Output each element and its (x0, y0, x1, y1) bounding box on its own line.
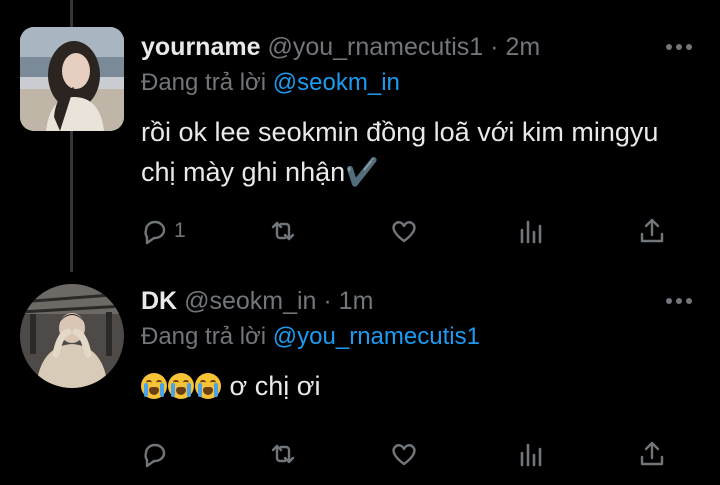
crying-emoji-group: 😭😭😭 (141, 371, 230, 401)
retweet-button[interactable] (268, 438, 298, 470)
views-icon (520, 443, 542, 467)
action-bar (140, 438, 680, 470)
emoji-text: 😭😭😭 (230, 366, 231, 367)
display-name[interactable]: yourname (141, 33, 260, 61)
views-button[interactable] (516, 438, 546, 470)
avatar[interactable] (20, 284, 124, 388)
tweet-text-body: ơ chị ơi (229, 371, 321, 401)
tweet-header: yourname @you_rnamecutis1 · 2m (141, 33, 540, 62)
reply-mention-link[interactable]: @seokm_in (273, 69, 400, 96)
like-button[interactable] (389, 215, 419, 247)
replying-to: Đang trả lời @you_rnamecutis1 (141, 323, 480, 351)
thread-line-bottom (70, 131, 73, 272)
replying-to-label: Đang trả lời (141, 69, 267, 96)
reply-icon (144, 443, 166, 468)
more-icon[interactable] (666, 297, 692, 305)
reply-count: 1 (174, 219, 186, 242)
share-icon (640, 218, 664, 243)
replying-to-label: Đang trả lời (141, 323, 267, 350)
action-bar: 1 (140, 215, 680, 247)
timestamp[interactable]: 2m (505, 33, 540, 61)
share-icon (640, 441, 664, 466)
reply-button[interactable] (140, 438, 174, 470)
tweet-text: 😭😭😭 ơ chị ơi (141, 366, 661, 406)
like-icon (392, 221, 416, 243)
reply-button[interactable]: 1 (140, 215, 186, 247)
loudly-crying-face-icon (141, 373, 167, 399)
check-mark-emoji: ✔️ (345, 157, 379, 187)
tweet[interactable]: yourname @you_rnamecutis1 · 2m Đang trả … (0, 0, 720, 272)
avatar-photo (20, 27, 124, 131)
tweet-text-body: rồi ok lee seokmin đồng loã với kim ming… (141, 117, 659, 187)
tweet-text: rồi ok lee seokmin đồng loã với kim ming… (141, 112, 661, 192)
avatar-photo (20, 284, 124, 388)
separator-dot: · (490, 33, 499, 61)
retweet-icon (271, 221, 295, 241)
replying-to: Đang trả lời @seokm_in (141, 69, 400, 97)
reply-icon (144, 220, 166, 245)
like-button[interactable] (389, 438, 419, 470)
timestamp[interactable]: 1m (339, 287, 374, 315)
retweet-button[interactable] (268, 215, 298, 247)
views-icon (520, 220, 542, 244)
more-icon[interactable] (666, 43, 692, 51)
user-handle[interactable]: @you_rnamecutis1 (267, 33, 483, 61)
tweet[interactable]: DK @seokm_in · 1m Đang trả lời @you_rnam… (0, 272, 720, 485)
display-name[interactable]: DK (141, 287, 177, 315)
retweet-icon (271, 444, 295, 464)
tweet-header: DK @seokm_in · 1m (141, 287, 373, 316)
share-button[interactable] (637, 215, 667, 247)
views-button[interactable] (516, 215, 546, 247)
reply-mention-link[interactable]: @you_rnamecutis1 (273, 323, 480, 350)
loudly-crying-face-icon (195, 373, 221, 399)
share-button[interactable] (637, 438, 667, 470)
thread-line-top (70, 0, 73, 27)
avatar[interactable] (20, 27, 124, 131)
like-icon (392, 444, 416, 466)
separator-dot: · (323, 287, 332, 315)
user-handle[interactable]: @seokm_in (184, 287, 316, 315)
loudly-crying-face-icon (168, 373, 194, 399)
